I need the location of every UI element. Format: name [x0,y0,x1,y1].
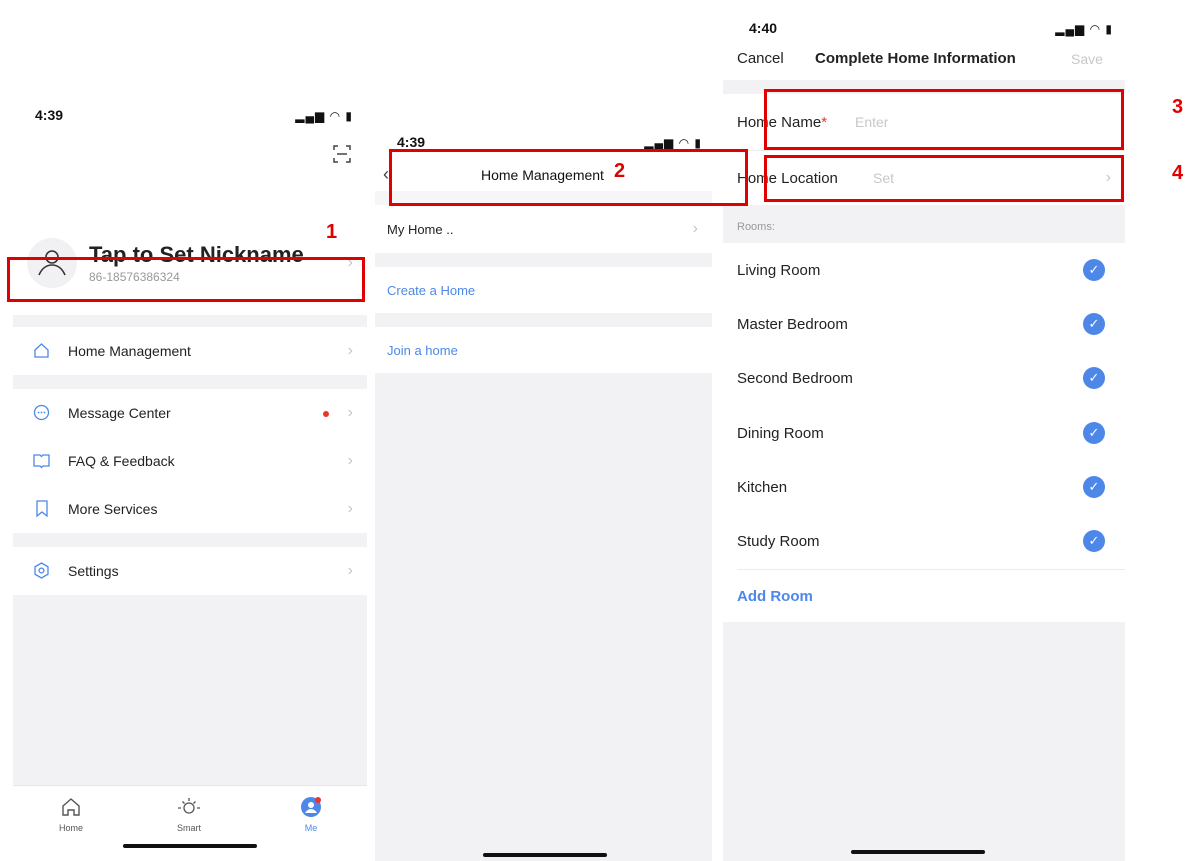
tab-label: Me [304,823,318,833]
chevron-right-icon: › [347,452,353,469]
tab-smart[interactable]: Smart [169,796,209,833]
chevron-right-icon: › [347,500,353,517]
menu-label: Message Center [68,405,171,421]
menu-label: Home Management [68,343,191,359]
checkmark-icon[interactable]: ✓ [1083,313,1105,335]
cancel-button[interactable]: Cancel [737,50,784,67]
highlight-box-1 [7,257,365,302]
profile-tab-icon [301,797,321,817]
menu-label: More Services [68,501,158,517]
join-home-label: Join a home [387,342,458,358]
room-item[interactable]: Master Bedroom ✓ [723,297,1125,351]
menu-label: Settings [68,563,119,579]
tab-me[interactable]: Me [291,796,331,833]
menu-home-management[interactable]: Home Management › [13,327,367,375]
checkmark-icon[interactable]: ✓ [1083,367,1105,389]
menu-message-center[interactable]: Message Center › [13,389,367,437]
room-name: Study Room [737,532,820,550]
menu-more-services[interactable]: More Services › [13,485,367,533]
sun-icon [178,798,200,814]
chevron-right-icon: › [347,342,353,359]
checkmark-icon[interactable]: ✓ [1083,259,1105,281]
bookmark-icon [35,500,49,522]
room-item[interactable]: Living Room ✓ [723,243,1125,297]
room-item[interactable]: Kitchen ✓ [723,460,1125,514]
tab-label: Home [58,823,83,833]
tab-label: Smart [176,823,201,833]
empty-area [13,595,367,785]
room-item[interactable]: Second Bedroom ✓ [723,351,1125,405]
annotation-number-2: 2 [614,160,626,182]
status-time: 4:40 [749,20,778,36]
chevron-right-icon: › [692,220,698,237]
checkmark-icon[interactable]: ✓ [1083,422,1105,444]
home-indicator [483,853,607,857]
settings-hexagon-icon [33,562,50,584]
rooms-header-label: Rooms: [737,221,775,233]
home-item[interactable]: My Home .. › [375,205,712,253]
annotation-number-4: 4 [1172,162,1184,184]
room-name: Dining Room [737,424,824,442]
empty-area [723,622,1125,861]
scan-icon[interactable] [333,145,351,163]
section-divider [13,375,367,389]
checkmark-icon[interactable]: ✓ [1083,476,1105,498]
annotation-number-1: 1 [326,221,338,243]
status-time: 4:39 [397,134,426,150]
rooms-header: Rooms: [723,205,1125,243]
highlight-box-3 [764,89,1124,150]
menu-label: FAQ & Feedback [68,453,175,469]
tab-home[interactable]: Home [51,796,91,833]
chevron-right-icon: › [347,562,353,579]
empty-area [375,373,712,861]
unread-dot [323,411,329,417]
room-name: Master Bedroom [737,315,848,333]
add-room-label: Add Room [737,587,813,605]
room-item[interactable]: Dining Room ✓ [723,406,1125,460]
chevron-right-icon: › [347,404,353,421]
status-icons: ▂▄▆ ◠ ▮ [644,136,702,150]
create-home-link[interactable]: Create a Home [375,267,712,313]
status-icons: ▂▄▆ ◠ ▮ [295,109,353,123]
section-divider [13,533,367,547]
screen-me: 4:39 ▂▄▆ ◠ ▮ Tap to Set Nickname 86-1857… [13,97,367,861]
room-name: Living Room [737,261,821,279]
home-name: My Home .. [387,221,454,237]
room-name: Kitchen [737,478,788,496]
room-name: Second Bedroom [737,369,853,387]
annotation-number-3: 3 [1172,96,1184,118]
menu-settings[interactable]: Settings › [13,547,367,595]
create-home-label: Create a Home [387,282,476,298]
section-divider [375,313,712,327]
home-indicator [123,844,257,848]
status-time: 4:39 [35,107,64,123]
tab-bar: Home Smart Me [13,785,367,861]
section-divider [13,315,367,327]
home-indicator [851,850,985,854]
room-item[interactable]: Study Room ✓ [723,514,1125,568]
home-outline-icon [33,342,50,364]
message-bubble-icon [33,404,50,426]
add-room-button[interactable]: Add Room [723,570,1125,622]
checkmark-icon[interactable]: ✓ [1083,530,1105,552]
join-home-link[interactable]: Join a home [375,327,712,373]
menu-faq-feedback[interactable]: FAQ & Feedback › [13,437,367,485]
highlight-box-2 [389,149,748,206]
section-divider [375,253,712,267]
home-tab-icon [62,798,80,816]
book-icon [33,452,50,474]
screen-home-management: 4:39 ▂▄▆ ◠ ▮ ‹ Home Management My Home .… [375,127,712,861]
status-icons: ▂▄▆ ◠ ▮ [1055,22,1113,36]
save-button[interactable]: Save [1071,51,1103,67]
highlight-box-4 [764,155,1124,202]
page-title: Complete Home Information [815,50,1016,67]
